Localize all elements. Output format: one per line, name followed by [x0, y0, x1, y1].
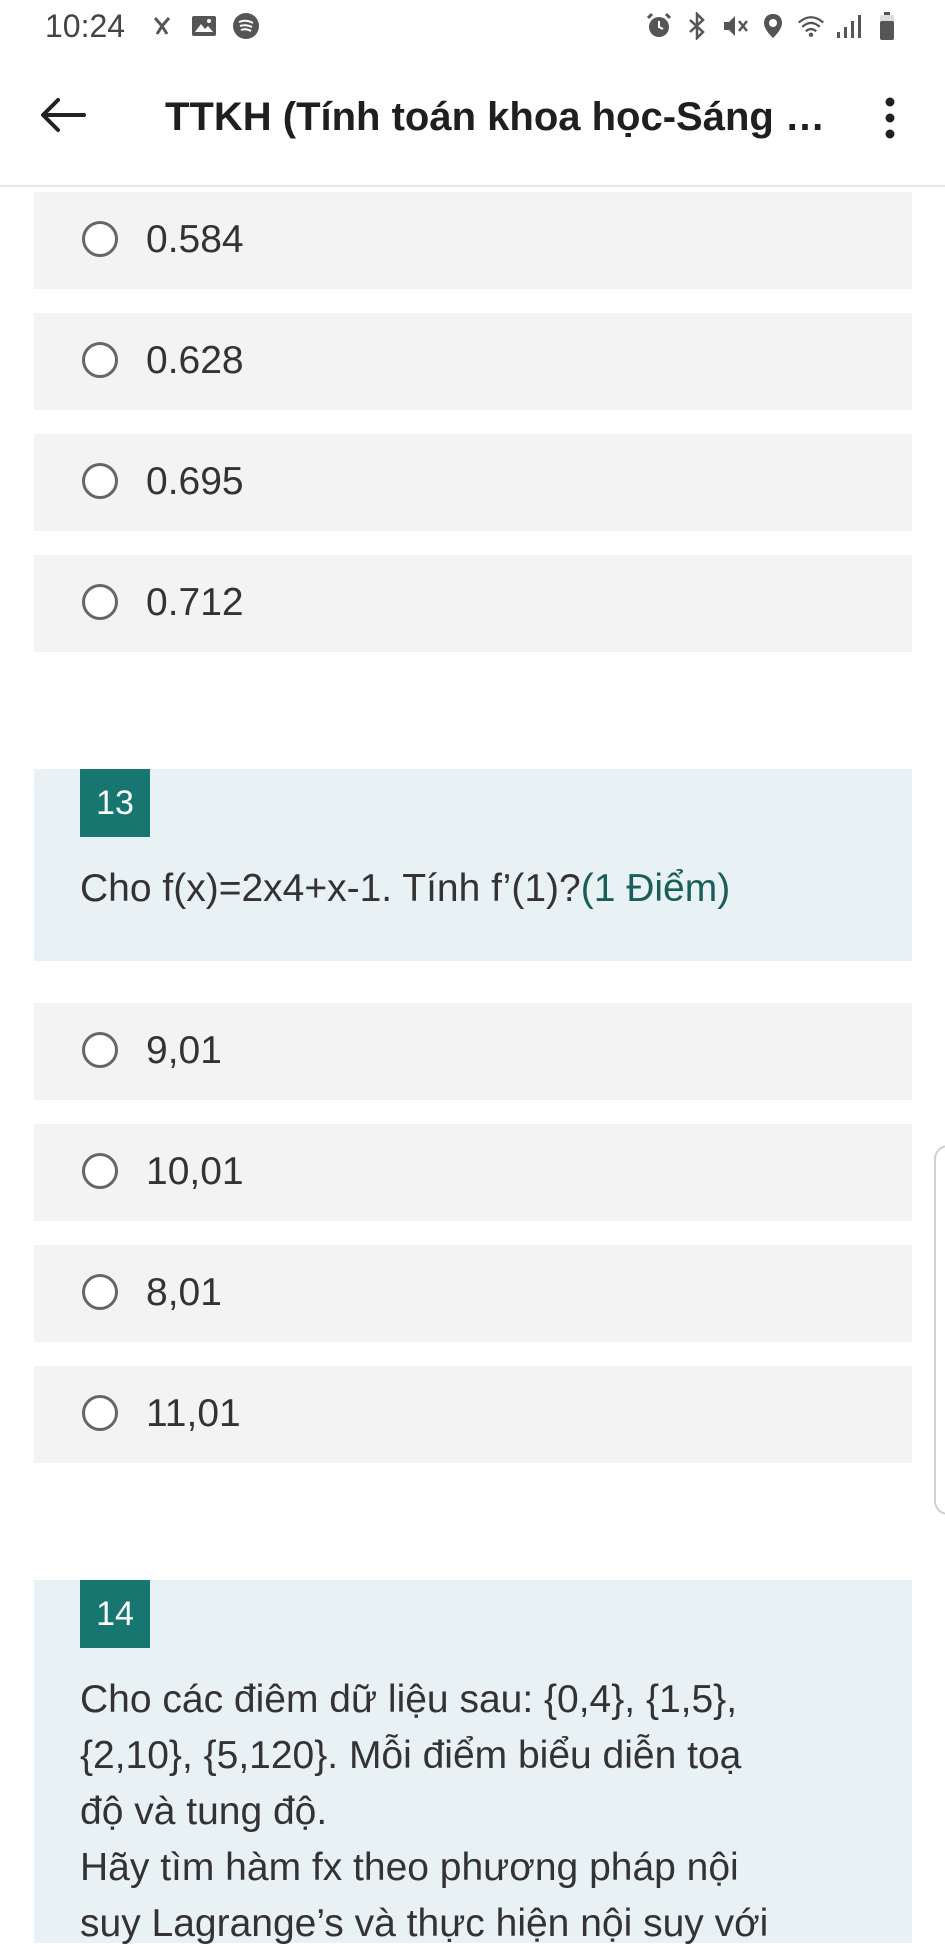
gallery-icon	[190, 12, 218, 40]
signal-icon	[835, 12, 863, 40]
battery-icon	[873, 12, 901, 40]
radio-button[interactable]	[82, 463, 118, 499]
status-left-icons	[148, 12, 260, 40]
question-line: suy Lagrange’s và thực hiện nội suy với	[80, 1902, 769, 1945]
option-q13-3[interactable]: 8,01	[34, 1245, 912, 1342]
question-card-14: 14 Cho các điêm dữ liệu sau: {0,4}, {1,5…	[34, 1580, 912, 1945]
option-q12-3[interactable]: 0.695	[34, 434, 912, 531]
spotify-icon	[232, 12, 260, 40]
option-label: 8,01	[146, 1271, 222, 1314]
question-line: Hãy tìm hàm fx theo phương pháp nội	[80, 1846, 739, 1889]
option-q13-1[interactable]: 9,01	[34, 1003, 912, 1100]
option-q13-4[interactable]: 11,01	[34, 1366, 912, 1463]
question-card-13: 13 Cho f(x)=2x4+x-1. Tính f’(1)?(1 Điểm)	[34, 769, 912, 961]
option-q12-2[interactable]: 0.628	[34, 313, 912, 410]
status-time: 10:24	[45, 8, 126, 44]
option-label: 11,01	[146, 1392, 241, 1435]
radio-button[interactable]	[82, 1153, 118, 1189]
status-right-icons	[645, 12, 901, 40]
notification-icon	[148, 12, 176, 40]
radio-button[interactable]	[82, 1274, 118, 1310]
alarm-icon	[645, 12, 673, 40]
more-options-icon[interactable]	[870, 93, 910, 143]
question-text: Cho f(x)=2x4+x-1. Tính f’(1)?(1 Điểm)	[80, 861, 870, 917]
option-label: 9,01	[146, 1029, 222, 1072]
question-prompt: Cho f(x)=2x4+x-1. Tính f’(1)?	[80, 867, 581, 910]
option-q13-2[interactable]: 10,01	[34, 1124, 912, 1221]
option-q12-4[interactable]: 0.712	[34, 555, 912, 652]
app-title: TTKH (Tính toán khoa học-Sáng th...	[165, 95, 825, 139]
option-label: 0.712	[146, 581, 244, 624]
question-text: Cho các điêm dữ liệu sau: {0,4}, {1,5}, …	[80, 1672, 870, 1952]
status-bar: 10:24	[0, 0, 945, 55]
radio-button[interactable]	[82, 221, 118, 257]
radio-button[interactable]	[82, 584, 118, 620]
location-icon	[759, 12, 787, 40]
question-line: độ và tung độ.	[80, 1790, 328, 1833]
option-label: 0.584	[146, 218, 244, 261]
question-points: (1 Điểm)	[580, 867, 731, 910]
option-label: 0.695	[146, 460, 244, 503]
question-line: Cho các điêm dữ liệu sau: {0,4}, {1,5},	[80, 1678, 738, 1721]
radio-button[interactable]	[82, 342, 118, 378]
option-q12-1[interactable]: 0.584	[34, 192, 912, 289]
question-line: {2,10}, {5,120}. Mỗi điểm biểu diễn toạ	[80, 1734, 742, 1777]
radio-button[interactable]	[82, 1395, 118, 1431]
mute-icon	[721, 12, 749, 40]
bluetooth-icon	[683, 12, 711, 40]
question-number: 13	[80, 769, 150, 837]
wifi-icon	[797, 12, 825, 40]
scroll-handle[interactable]	[934, 1145, 945, 1515]
option-label: 0.628	[146, 339, 244, 382]
option-label: 10,01	[146, 1150, 244, 1193]
radio-button[interactable]	[82, 1032, 118, 1068]
back-arrow-icon[interactable]	[38, 90, 88, 140]
question-number: 14	[80, 1580, 150, 1648]
app-bar: TTKH (Tính toán khoa học-Sáng th...	[0, 55, 945, 187]
